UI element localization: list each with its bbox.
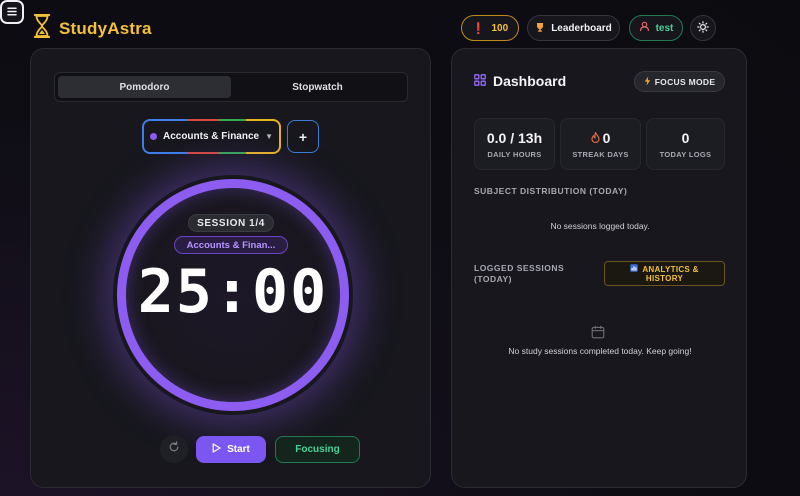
subject-distribution-label: SUBJECT DISTRIBUTION (TODAY) (474, 186, 628, 196)
start-label: Start (227, 444, 250, 455)
focus-mode-button[interactable]: FOCUS MODE (634, 71, 725, 92)
mode-toggle: Pomodoro Stopwatch (54, 72, 408, 102)
bar-chart-icon (630, 264, 639, 274)
subject-selector-label: Accounts & Finance (162, 131, 260, 142)
subject-color-dot (149, 133, 157, 140)
brand-logo[interactable]: StudyAstra (33, 13, 152, 43)
hourglass-icon (33, 13, 51, 43)
coins-badge[interactable]: ❗ 100 (461, 15, 519, 41)
stat-card-today-logs: 0 TODAY LOGS (646, 118, 725, 170)
start-button[interactable]: Start (196, 436, 266, 463)
session-badge: SESSION 1/4 (188, 214, 274, 232)
stat-card-streak-days: 0 STREAK DAYS (560, 118, 641, 170)
reset-button[interactable] (160, 435, 188, 463)
logged-sessions-empty: No study sessions completed today. Keep … (508, 346, 692, 356)
user-profile-button[interactable]: test (629, 15, 683, 41)
stat-value: 0.0 / 13h (486, 129, 543, 146)
dashboard-title: Dashboard (474, 73, 566, 89)
grid-icon (474, 73, 486, 89)
tab-stopwatch[interactable]: Stopwatch (231, 76, 404, 98)
stat-label: STREAK DAYS (572, 149, 629, 159)
coin-icon: ❗ (471, 22, 486, 35)
flame-icon (590, 130, 600, 146)
theme-toggle-button[interactable] (690, 15, 716, 41)
brand-name: StudyAstra (59, 18, 152, 38)
stat-value: 0 (681, 129, 690, 146)
subject-selector[interactable]: Accounts & Finance ▼ (142, 119, 281, 154)
calendar-icon (591, 325, 605, 344)
stat-label: DAILY HOURS (487, 149, 542, 159)
logged-sessions-label: LOGGED SESSIONS (TODAY) (474, 263, 565, 284)
focus-mode-label: FOCUS MODE (654, 76, 716, 87)
add-subject-button[interactable]: + (287, 120, 319, 153)
timer-panel: Pomodoro Stopwatch Accounts & Finance ▼ … (30, 48, 431, 488)
focusing-status-button[interactable]: Focusing (275, 436, 360, 463)
timer-display: 25:00 (137, 257, 329, 327)
stat-label: TODAY LOGS (659, 149, 712, 159)
lightning-icon (644, 76, 651, 88)
stat-card-daily-hours: 0.0 / 13h DAILY HOURS (474, 118, 555, 170)
leaderboard-button[interactable]: Leaderboard (527, 15, 620, 41)
dashboard-title-text: Dashboard (493, 73, 567, 89)
current-subject-pill: Accounts & Finan... (174, 236, 288, 254)
leaderboard-label: Leaderboard (551, 22, 612, 34)
subject-distribution-empty: No sessions logged today. (550, 221, 650, 231)
dashboard-panel: Dashboard FOCUS MODE 0.0 / 13h DAILY HOU… (451, 48, 747, 488)
menu-button[interactable] (0, 0, 24, 24)
hamburger-icon (7, 3, 17, 21)
tab-pomodoro[interactable]: Pomodoro (58, 76, 231, 98)
sun-icon (697, 20, 709, 36)
caret-down-icon: ▼ (265, 132, 274, 141)
stat-value: 0 (602, 129, 611, 146)
user-icon (639, 21, 650, 35)
analytics-history-button[interactable]: ANALYTICS & HISTORY (604, 261, 725, 286)
play-icon (212, 443, 221, 456)
reset-icon (168, 440, 180, 458)
coins-value: 100 (491, 22, 509, 34)
user-name: test (655, 22, 674, 34)
trophy-icon (535, 22, 545, 35)
